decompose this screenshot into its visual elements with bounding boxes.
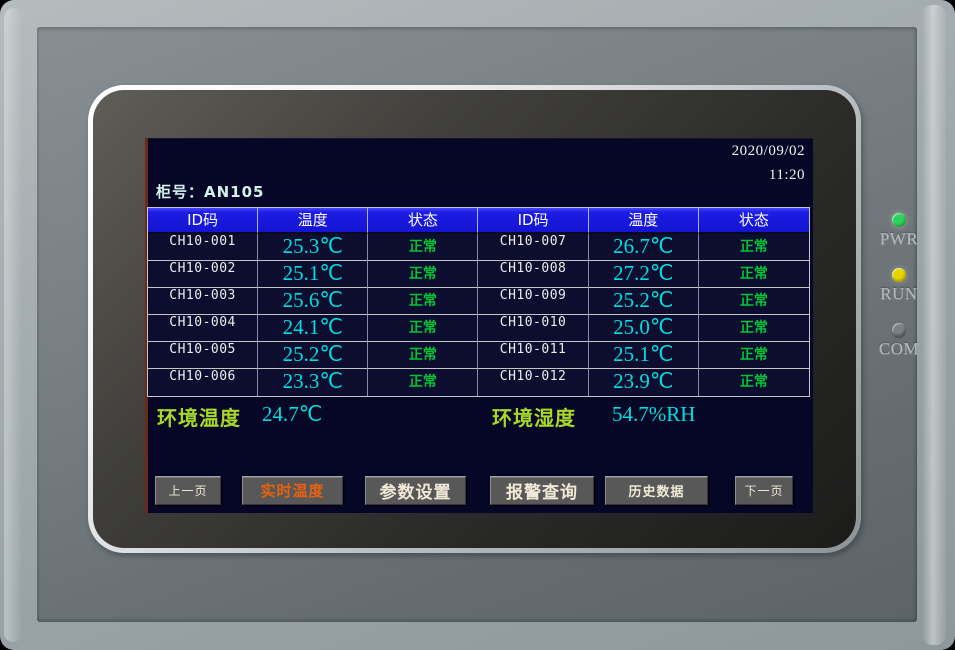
- table-cell-status: 正常: [368, 369, 478, 396]
- table-cell-id: CH10-004: [148, 315, 258, 342]
- hmi-screen: 2020/09/02 11:20 柜号：AN105 ID码 温度 状态 ID码 …: [145, 138, 813, 513]
- table-cell-id: CH10-010: [478, 315, 588, 342]
- ambient-temp-label: 环境温度: [157, 402, 241, 431]
- table-cell-id: CH10-006: [148, 369, 258, 396]
- table-cell-id: CH10-003: [148, 288, 258, 315]
- run-led-label: RUN: [880, 284, 917, 304]
- table-header-cell: 状态: [368, 208, 478, 234]
- table-cell-status: 正常: [368, 234, 478, 261]
- ambient-humidity-label: 环境湿度: [492, 402, 576, 431]
- table-header-cell: ID码: [148, 208, 258, 234]
- ambient-readings: 环境温度 24.7℃ 环境湿度 54.7%RH: [145, 402, 813, 432]
- ambient-humidity-value: 54.7%RH: [612, 402, 695, 427]
- temperature-table: ID码 温度 状态 ID码 温度 状态 CH10-001 25.3℃ 正常 CH…: [147, 207, 810, 397]
- table-cell-status: 正常: [699, 315, 809, 342]
- run-led-icon: [892, 268, 906, 282]
- cabinet-label: 柜号：AN105: [156, 181, 264, 202]
- com-led-group: COM: [871, 323, 927, 359]
- status-led-panel: PWR RUN COM: [871, 213, 927, 378]
- pwr-led-group: PWR: [871, 213, 927, 249]
- table-cell-id: CH10-007: [478, 234, 588, 261]
- alarm-query-button[interactable]: 报警查询: [490, 476, 594, 505]
- table-header-cell: 状态: [699, 208, 809, 234]
- table-cell-status: 正常: [368, 288, 478, 315]
- table-cell-id: CH10-009: [478, 288, 588, 315]
- table-cell-id: CH10-011: [478, 342, 588, 369]
- table-cell-status: 正常: [368, 342, 478, 369]
- table-cell-id: CH10-005: [148, 342, 258, 369]
- frame-highlight: [4, 8, 22, 642]
- table-cell-status: 正常: [699, 234, 809, 261]
- table-cell-temp: 25.1℃: [258, 261, 368, 288]
- table-cell-id: CH10-012: [478, 369, 588, 396]
- time-display: 11:20: [769, 167, 805, 184]
- table-cell-temp: 24.1℃: [258, 315, 368, 342]
- realtime-temp-button[interactable]: 实时温度: [242, 476, 343, 505]
- table-cell-temp: 25.2℃: [258, 342, 368, 369]
- table-cell-temp: 23.3℃: [258, 369, 368, 396]
- table-cell-temp: 23.9℃: [589, 369, 699, 396]
- run-led-group: RUN: [871, 268, 927, 304]
- com-led-label: COM: [879, 339, 919, 359]
- table-cell-status: 正常: [699, 261, 809, 288]
- pwr-led-label: PWR: [880, 229, 918, 249]
- date-display: 2020/09/02: [732, 143, 805, 160]
- table-cell-id: CH10-008: [478, 261, 588, 288]
- pwr-led-icon: [892, 213, 906, 227]
- table-header-cell: 温度: [258, 208, 368, 234]
- table-header-cell: 温度: [589, 208, 699, 234]
- table-cell-status: 正常: [368, 261, 478, 288]
- table-cell-status: 正常: [368, 315, 478, 342]
- table-header-cell: ID码: [478, 208, 588, 234]
- hmi-device-frame: 2020/09/02 11:20 柜号：AN105 ID码 温度 状态 ID码 …: [0, 0, 955, 650]
- com-led-icon: [892, 323, 906, 337]
- table-cell-temp: 25.2℃: [589, 288, 699, 315]
- prev-page-button[interactable]: 上一页: [155, 476, 221, 505]
- table-cell-temp: 25.1℃: [589, 342, 699, 369]
- table-cell-temp: 26.7℃: [589, 234, 699, 261]
- table-cell-temp: 25.3℃: [258, 234, 368, 261]
- table-cell-id: CH10-001: [148, 234, 258, 261]
- table-cell-temp: 27.2℃: [589, 261, 699, 288]
- table-cell-status: 正常: [699, 369, 809, 396]
- next-page-button[interactable]: 下一页: [735, 476, 793, 505]
- table-cell-status: 正常: [699, 288, 809, 315]
- ambient-temp-value: 24.7℃: [262, 402, 322, 427]
- history-data-button[interactable]: 历史数据: [605, 476, 708, 505]
- table-cell-status: 正常: [699, 342, 809, 369]
- param-settings-button[interactable]: 参数设置: [365, 476, 466, 505]
- table-cell-temp: 25.0℃: [589, 315, 699, 342]
- table-cell-id: CH10-002: [148, 261, 258, 288]
- table-cell-temp: 25.6℃: [258, 288, 368, 315]
